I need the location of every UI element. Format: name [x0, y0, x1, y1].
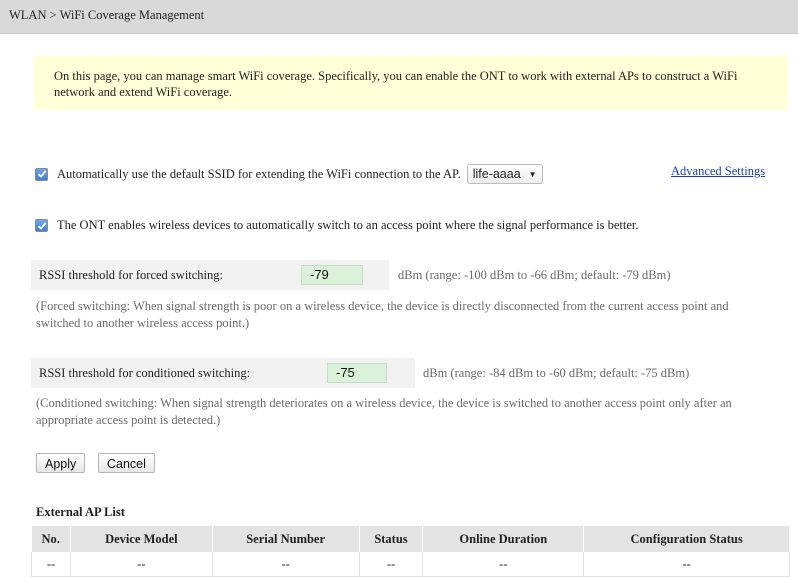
- chevron-down-icon: ▼: [528, 169, 537, 179]
- table-header-row: No. Device Model Serial Number Status On…: [31, 526, 790, 552]
- forced-threshold-input[interactable]: -79: [301, 265, 363, 285]
- table-cell: --: [359, 552, 424, 577]
- conditioned-threshold-label: RSSI threshold for conditioned switching…: [39, 366, 251, 380]
- forced-threshold-row: RSSI threshold for forced switching: -79: [31, 260, 389, 290]
- column-header-no: No.: [31, 526, 71, 552]
- auto-switch-label: The ONT enables wireless devices to auto…: [57, 218, 639, 232]
- external-ap-table: No. Device Model Serial Number Status On…: [31, 526, 790, 577]
- conditioned-threshold-input[interactable]: -75: [327, 363, 387, 383]
- cancel-button[interactable]: Cancel: [98, 453, 155, 473]
- auto-switch-checkbox[interactable]: [35, 219, 48, 232]
- advanced-settings-link[interactable]: Advanced Settings: [671, 164, 765, 179]
- table-cell: --: [212, 552, 360, 577]
- column-header-status: Status: [359, 526, 424, 552]
- conditioned-threshold-row: RSSI threshold for conditioned switching…: [31, 358, 415, 388]
- forced-threshold-label: RSSI threshold for forced switching:: [39, 268, 224, 282]
- breadcrumb: WLAN > WiFi Coverage Management: [0, 0, 798, 34]
- info-text: On this page, you can manage smart WiFi …: [54, 69, 738, 99]
- external-ap-list-title: External AP List: [36, 505, 125, 519]
- column-header-configuration-status: Configuration Status: [583, 526, 790, 552]
- forced-threshold-hint: dBm (range: -100 dBm to -66 dBm; default…: [398, 268, 671, 282]
- default-ssid-label: Automatically use the default SSID for e…: [57, 166, 461, 181]
- apply-button[interactable]: Apply: [36, 453, 86, 473]
- breadcrumb-page: WiFi Coverage Management: [59, 8, 205, 22]
- breadcrumb-section[interactable]: WLAN: [9, 8, 47, 22]
- conditioned-threshold-hint: dBm (range: -84 dBm to -60 dBm; default:…: [423, 366, 690, 380]
- conditioned-switching-note: (Conditioned switching: When signal stre…: [36, 396, 732, 427]
- forced-switching-note: (Forced switching: When signal strength …: [36, 299, 729, 330]
- default-ssid-checkbox[interactable]: [35, 167, 48, 181]
- table-cell: --: [422, 552, 585, 577]
- auto-switch-row: The ONT enables wireless devices to auto…: [35, 218, 639, 233]
- ssid-select-value: life-aaaa: [472, 167, 521, 181]
- column-header-serial-number: Serial Number: [212, 526, 360, 552]
- breadcrumb-separator: >: [49, 8, 57, 22]
- column-header-device-model: Device Model: [70, 526, 213, 552]
- column-header-online-duration: Online Duration: [422, 526, 585, 552]
- ssid-select[interactable]: life-aaaa ▼: [466, 164, 543, 184]
- wifi-coverage-page: WLAN > WiFi Coverage Management On this pa…: [0, 0, 798, 577]
- table-row: -- -- -- -- -- --: [31, 552, 790, 577]
- checkmark-icon: [37, 221, 46, 230]
- table-cell: --: [31, 552, 71, 577]
- table-cell: --: [70, 552, 213, 577]
- checkmark-icon: [37, 170, 46, 178]
- default-ssid-row: Automatically use the default SSID for e…: [35, 164, 543, 184]
- table-cell: --: [583, 552, 790, 577]
- info-box: On this page, you can manage smart WiFi …: [34, 56, 788, 110]
